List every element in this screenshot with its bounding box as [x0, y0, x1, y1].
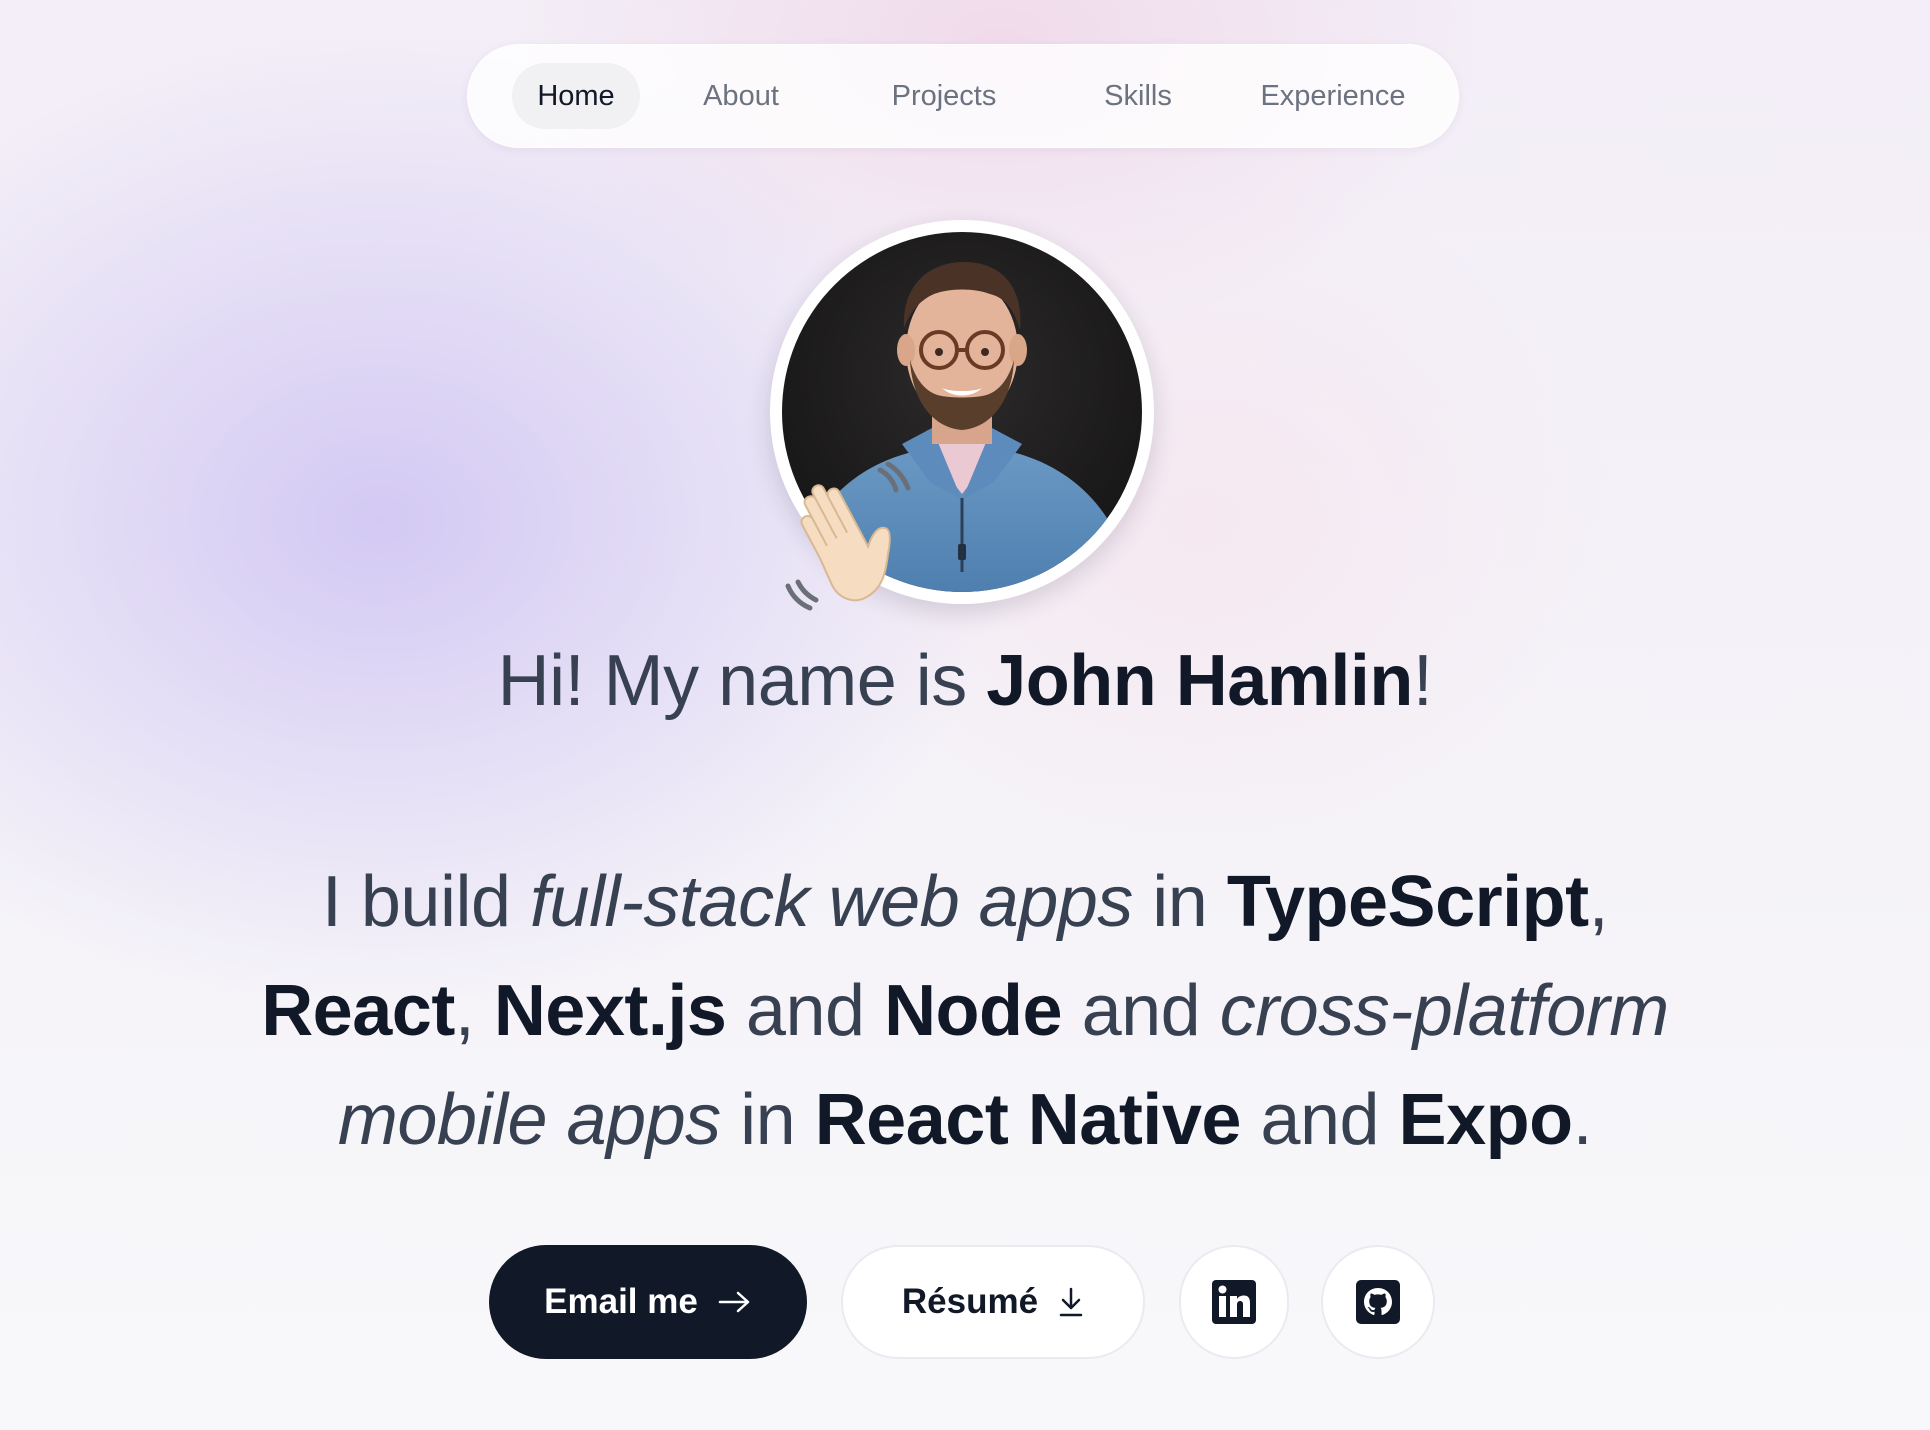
tagline: I build full-stack web apps in TypeScrip…: [160, 848, 1770, 1175]
tech-expo: Expo: [1398, 1080, 1574, 1160]
tagline-text: and: [1062, 971, 1220, 1051]
download-icon: [1059, 1287, 1083, 1317]
owner-name: John Hamlin: [986, 641, 1413, 721]
tech-react-native: React Native: [814, 1080, 1242, 1160]
tagline-text: in: [1132, 862, 1227, 942]
tagline-emphasis: full-stack web apps: [530, 862, 1133, 942]
waving-hand-icon: [785, 462, 911, 611]
resume-label: Résumé: [901, 1282, 1039, 1321]
email-me-button[interactable]: Email me: [489, 1245, 807, 1359]
nav-about[interactable]: About: [676, 63, 806, 129]
tagline-text: ,: [454, 971, 494, 1051]
tech-nextjs: Next.js: [493, 971, 727, 1051]
tagline-text: and: [726, 971, 885, 1051]
greeting-suffix: !: [1412, 641, 1433, 721]
nav-skills[interactable]: Skills: [1082, 63, 1194, 129]
arrow-right-icon: [718, 1291, 750, 1313]
email-me-label: Email me: [544, 1282, 698, 1321]
tagline-text: .: [1572, 1080, 1593, 1160]
linkedin-icon: [1212, 1280, 1256, 1324]
tagline-text: in: [720, 1080, 815, 1160]
resume-download-button[interactable]: Résumé: [841, 1245, 1145, 1359]
github-icon: [1356, 1280, 1400, 1324]
nav-experience[interactable]: Experience: [1240, 63, 1426, 129]
tagline-text: I build: [321, 862, 531, 942]
top-navigation: Home About Projects Skills Experience: [467, 44, 1459, 148]
tagline-text: and: [1240, 1080, 1399, 1160]
greeting-prefix: Hi! My name is: [497, 641, 987, 721]
tech-node: Node: [884, 971, 1063, 1051]
nav-home[interactable]: Home: [512, 63, 640, 129]
greeting-heading: Hi! My name is John Hamlin!: [0, 640, 1930, 722]
linkedin-button[interactable]: [1179, 1245, 1289, 1359]
tagline-text: ,: [1588, 862, 1609, 942]
nav-projects[interactable]: Projects: [864, 63, 1024, 129]
tech-typescript: TypeScript: [1226, 862, 1589, 942]
github-button[interactable]: [1321, 1245, 1435, 1359]
tech-react: React: [261, 971, 455, 1051]
